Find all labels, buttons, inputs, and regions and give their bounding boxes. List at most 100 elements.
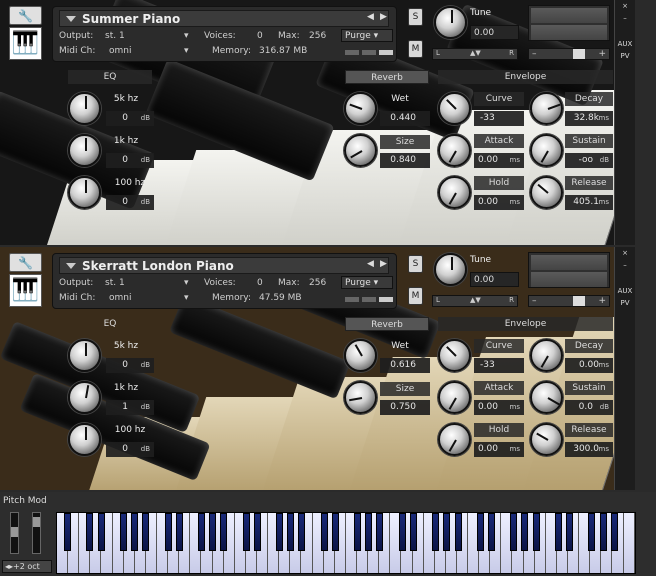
black-key[interactable] [298,513,306,551]
release-knob[interactable] [530,423,563,456]
purge-menu[interactable]: Purge ▾ [341,29,393,42]
black-key[interactable] [454,513,462,551]
black-key[interactable] [409,513,417,551]
black-key[interactable] [253,513,261,551]
wet-knob[interactable] [344,339,377,372]
black-key[interactable] [521,513,529,551]
pv-button[interactable]: PV [615,50,635,62]
wrench-icon[interactable]: 🔧 [9,253,42,272]
release-value[interactable]: 405.1 ms [565,195,613,210]
decay-knob[interactable] [530,92,563,125]
black-key[interactable] [510,513,518,551]
midi-channel-value[interactable]: omni [109,45,131,57]
size-value[interactable]: 0.840 [380,153,430,168]
reverb-button[interactable]: Reverb [345,317,429,331]
hold-value[interactable]: 0.00 ms [474,442,524,457]
piano-keyboard[interactable] [56,512,636,574]
tune-knob[interactable] [434,253,467,286]
volume-slider[interactable]: – + [528,48,610,60]
volume-slider[interactable]: – + [528,295,610,307]
prev-instrument-icon[interactable]: ◀ [367,12,374,22]
max-voices-value[interactable]: 256 [309,30,326,42]
tune-value[interactable]: 0.00 [470,25,519,40]
black-key[interactable] [97,513,105,551]
black-key[interactable] [198,513,205,551]
black-key[interactable] [220,513,228,551]
solo-button[interactable]: S [408,255,423,273]
instrument-name-bar[interactable]: Skerratt London Piano ◀ ▶ [59,257,389,274]
max-voices-value[interactable]: 256 [309,277,326,289]
prev-instrument-icon[interactable]: ◀ [367,259,374,269]
black-key[interactable] [175,513,183,551]
mute-button[interactable]: M [408,287,423,305]
grand-piano-icon[interactable]: 🎹 [9,274,42,307]
black-key[interactable] [376,513,384,551]
tune-knob[interactable] [434,6,467,39]
white-key[interactable] [623,513,635,573]
dropdown-arrow-icon[interactable]: ▾ [184,30,189,42]
black-key[interactable] [599,513,607,551]
output-value[interactable]: st. 1 [105,30,125,42]
black-key[interactable] [532,513,540,551]
pv-button[interactable]: PV [615,297,635,309]
decay-value[interactable]: 0.00 ms [565,358,613,373]
black-key[interactable] [488,513,495,551]
release-knob[interactable] [530,176,563,209]
size-knob[interactable] [344,134,377,167]
hold-value[interactable]: 0.00 ms [474,195,524,210]
black-key[interactable] [142,513,150,551]
black-key[interactable] [566,513,574,551]
size-value[interactable]: 0.750 [380,400,430,415]
black-key[interactable] [443,513,451,551]
dropdown-arrow-icon[interactable]: ▾ [184,292,189,304]
size-knob[interactable] [344,381,377,414]
dropdown-arrow-icon[interactable]: ▾ [184,277,189,289]
octave-shift-control[interactable]: ◂▸+2 oct [2,560,52,573]
black-key[interactable] [331,513,339,551]
minimize-icon[interactable]: – [615,259,635,271]
sustain-value[interactable]: -oo dB [565,153,613,168]
close-icon[interactable]: × [615,247,635,259]
next-instrument-icon[interactable]: ▶ [380,259,387,269]
decay-value[interactable]: 32.8k ms [565,111,613,126]
attack-value[interactable]: 0.00 ms [474,400,524,415]
black-key[interactable] [164,513,172,551]
aux-button[interactable]: AUX [615,285,635,297]
mute-button[interactable]: M [408,40,423,58]
eq-100hz-value[interactable]: 0 dB [106,195,154,210]
dropdown-arrow-icon[interactable]: ▾ [184,45,189,57]
eq-100hz-value[interactable]: 0 dB [106,442,154,457]
sustain-knob[interactable] [530,134,563,167]
curve-knob[interactable] [438,339,471,372]
grand-piano-icon[interactable]: 🎹 [9,27,42,60]
hold-knob[interactable] [438,423,471,456]
pitch-wheel[interactable] [10,512,19,554]
eq-100hz-knob[interactable] [68,423,101,456]
sustain-value[interactable]: 0.0 dB [565,400,613,415]
attack-value[interactable]: 0.00 ms [474,153,524,168]
curve-value[interactable]: -33 [474,358,524,373]
hold-knob[interactable] [438,176,471,209]
black-key[interactable] [320,513,328,551]
black-key[interactable] [476,513,484,551]
instrument-name-bar[interactable]: Summer Piano ◀ ▶ [59,10,389,27]
black-key[interactable] [354,513,362,551]
black-key[interactable] [86,513,94,551]
curve-knob[interactable] [438,92,471,125]
eq-1k-knob[interactable] [68,381,101,414]
eq-5k-value[interactable]: 0 dB [106,358,154,373]
eq-5k-value[interactable]: 0 dB [106,111,154,126]
purge-menu[interactable]: Purge ▾ [341,276,393,289]
eq-5k-knob[interactable] [68,339,101,372]
output-value[interactable]: st. 1 [105,277,125,289]
pan-slider[interactable]: L ▲▼ R [432,295,518,307]
decay-knob[interactable] [530,339,563,372]
black-key[interactable] [588,513,596,551]
eq-1k-value[interactable]: 1 dB [106,400,154,415]
black-key[interactable] [276,513,284,551]
black-key[interactable] [432,513,440,551]
reverb-button[interactable]: Reverb [345,70,429,84]
black-key[interactable] [287,513,295,551]
wet-value[interactable]: 0.616 [380,358,430,373]
black-key[interactable] [398,513,406,551]
